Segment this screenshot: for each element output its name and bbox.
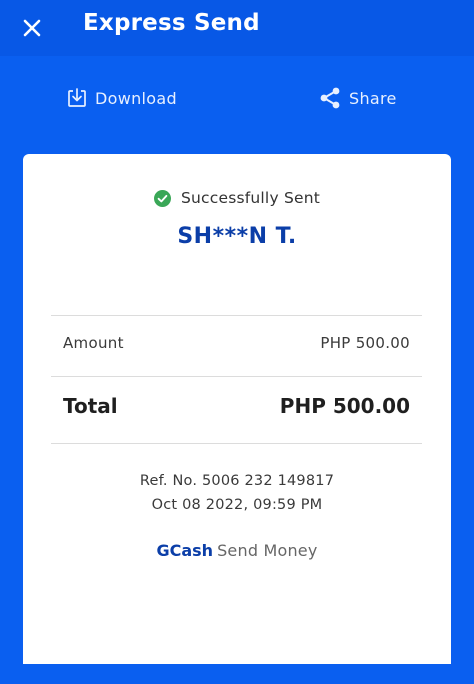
- page-title: Express Send: [83, 10, 260, 36]
- share-button[interactable]: Share: [318, 84, 397, 112]
- download-icon: [68, 88, 86, 107]
- brand-logo: GCash: [156, 541, 214, 560]
- amount-value: PHP 500.00: [320, 334, 410, 352]
- total-label: Total: [63, 394, 118, 418]
- recipient-name: SH***N T.: [177, 224, 297, 249]
- status-label: Successfully Sent: [180, 189, 321, 207]
- divider: [51, 443, 422, 444]
- receipt-card: Successfully Sent SH***N T. Amount PHP 5…: [23, 154, 451, 664]
- share-icon: [320, 87, 340, 109]
- check-circle-icon: [153, 189, 171, 207]
- top-bar: Express Send: [0, 0, 474, 56]
- status-line: Successfully Sent: [23, 189, 451, 207]
- amount-label: Amount: [63, 334, 124, 352]
- download-button[interactable]: Download: [66, 84, 177, 112]
- brand-footer: GCash Send Money: [23, 541, 451, 560]
- download-label: Download: [95, 88, 177, 108]
- action-bar: Download Share: [0, 56, 474, 146]
- divider: [51, 315, 422, 316]
- share-label: Share: [349, 88, 397, 108]
- total-value: PHP 500.00: [279, 394, 410, 418]
- receipt-torn-edge: [23, 630, 451, 644]
- close-button[interactable]: [16, 12, 48, 44]
- divider: [51, 376, 422, 377]
- reference-block: Ref. No. 5006 232 149817 Oct 08 2022, 09…: [23, 469, 451, 517]
- amount-row: Amount PHP 500.00: [63, 334, 410, 352]
- brand-suffix: Send Money: [217, 541, 318, 560]
- total-row: Total PHP 500.00: [63, 394, 410, 418]
- reference-number: Ref. No. 5006 232 149817: [139, 473, 335, 489]
- transaction-datetime: Oct 08 2022, 09:59 PM: [151, 497, 323, 513]
- close-icon: [23, 19, 41, 37]
